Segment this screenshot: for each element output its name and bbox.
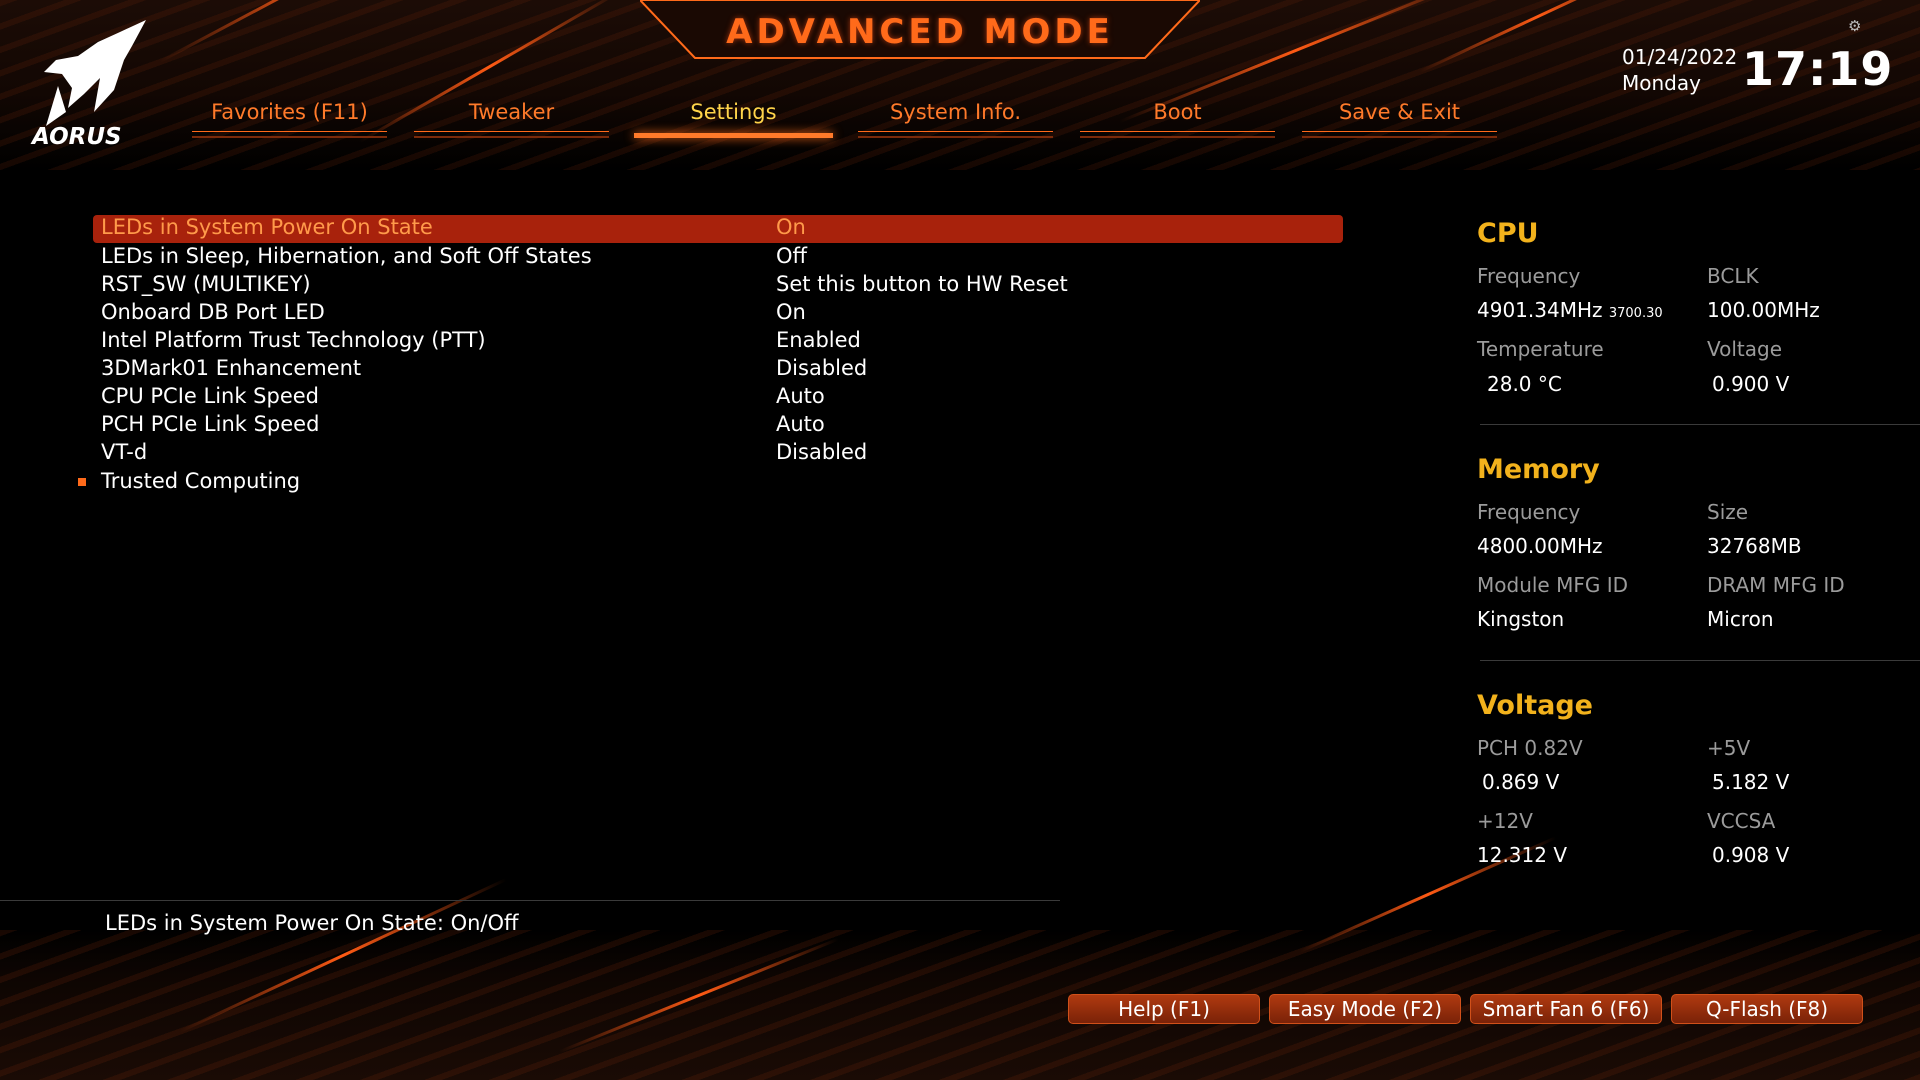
main-tabs: Favorites (F11) Tweaker Settings System …	[190, 98, 1499, 138]
setting-value[interactable]: Off	[776, 242, 807, 270]
setting-value[interactable]: On	[776, 213, 806, 241]
date-text: 01/24/2022	[1622, 45, 1738, 69]
p12v-value: 12.312 V	[1477, 843, 1568, 867]
setting-row-pch-pcie[interactable]: PCH PCIe Link Speed Auto	[101, 410, 1341, 438]
gear-icon[interactable]: ⚙	[1848, 18, 1864, 34]
decor-streak	[1419, 0, 1657, 73]
cpu-bclk-label: BCLK	[1707, 264, 1759, 288]
cpu-section-title: CPU	[1477, 218, 1539, 249]
setting-label: LEDs in System Power On State	[101, 215, 433, 239]
memory-size-value: 32768MB	[1707, 534, 1802, 558]
setting-label: LEDs in Sleep, Hibernation, and Soft Off…	[101, 244, 592, 268]
setting-value[interactable]: On	[776, 298, 806, 326]
memory-section-title: Memory	[1477, 454, 1600, 485]
smart-fan-button[interactable]: Smart Fan 6 (F6)	[1470, 994, 1662, 1024]
memory-size-label: Size	[1707, 500, 1749, 524]
submenu-trusted-computing[interactable]: Trusted Computing	[101, 467, 1341, 495]
setting-row-3dmark01[interactable]: 3DMark01 Enhancement Disabled	[101, 354, 1341, 382]
decor-streak	[559, 937, 839, 1053]
setting-label: VT-d	[101, 440, 148, 464]
module-mfg-label: Module MFG ID	[1477, 573, 1628, 597]
setting-row-rst-sw[interactable]: RST_SW (MULTIKEY) Set this button to HW …	[101, 270, 1341, 298]
decor-streak	[159, 0, 479, 63]
cpu-frequency: 4901.34MHz	[1477, 298, 1603, 322]
qflash-button[interactable]: Q-Flash (F8)	[1671, 994, 1863, 1024]
cpu-frequency-value: 4901.34MHz 3700.30	[1477, 298, 1663, 322]
cpu-bclk-value: 100.00MHz	[1707, 298, 1820, 322]
help-button[interactable]: Help (F1)	[1068, 994, 1260, 1024]
setting-label: RST_SW (MULTIKEY)	[101, 272, 311, 296]
setting-label: 3DMark01 Enhancement	[101, 356, 362, 380]
vccsa-label: VCCSA	[1707, 809, 1776, 833]
date-display: 01/24/2022 Monday	[1622, 44, 1737, 96]
panel-divider	[1480, 660, 1920, 661]
tab-tweaker[interactable]: Tweaker	[412, 98, 611, 138]
p12v-label: +12V	[1477, 809, 1533, 833]
dram-mfg-value: Micron	[1707, 607, 1774, 631]
tab-save-exit[interactable]: Save & Exit	[1300, 98, 1499, 138]
cpu-voltage-label: Voltage	[1707, 337, 1783, 361]
tab-label: Save & Exit	[1338, 100, 1461, 124]
tab-system-info[interactable]: System Info.	[856, 98, 1055, 138]
decor-streak	[179, 877, 507, 1033]
dram-mfg-label: DRAM MFG ID	[1707, 573, 1845, 597]
pch-voltage-value: 0.869 V	[1482, 770, 1560, 794]
setting-value[interactable]: Set this button to HW Reset	[776, 270, 1068, 298]
setting-value[interactable]: Auto	[776, 410, 825, 438]
logo-text: AORUS	[32, 124, 122, 150]
setting-row-db-port-led[interactable]: Onboard DB Port LED On	[101, 298, 1341, 326]
setting-value[interactable]: Disabled	[776, 354, 867, 382]
vccsa-value: 0.908 V	[1712, 843, 1790, 867]
clock: 17:19	[1742, 42, 1894, 96]
voltage-section-title: Voltage	[1477, 690, 1593, 721]
cpu-frequency-label: Frequency	[1477, 264, 1581, 288]
setting-label: Trusted Computing	[101, 469, 301, 493]
setting-label: PCH PCIe Link Speed	[101, 412, 320, 436]
memory-frequency-value: 4800.00MHz	[1477, 534, 1603, 558]
setting-label: Onboard DB Port LED	[101, 300, 325, 324]
setting-row-cpu-pcie[interactable]: CPU PCIe Link Speed Auto	[101, 382, 1341, 410]
setting-label: Intel Platform Trust Technology (PTT)	[101, 328, 486, 352]
setting-row-leds-power-on[interactable]: LEDs in System Power On State On	[101, 213, 1341, 241]
panel-divider	[1480, 424, 1920, 425]
pch-voltage-label: PCH 0.82V	[1477, 736, 1583, 760]
cpu-frequency-sub: 3700.30	[1608, 306, 1663, 321]
cpu-voltage-value: 0.900 V	[1712, 372, 1790, 396]
setting-row-ptt[interactable]: Intel Platform Trust Technology (PTT) En…	[101, 326, 1341, 354]
setting-row-vt-d[interactable]: VT-d Disabled	[101, 438, 1341, 466]
setting-value[interactable]: Auto	[776, 382, 825, 410]
cpu-temperature-value: 28.0 °C	[1487, 372, 1562, 396]
easy-mode-button[interactable]: Easy Mode (F2)	[1269, 994, 1461, 1024]
weekday-text: Monday	[1622, 71, 1701, 95]
setting-value[interactable]: Disabled	[776, 438, 867, 466]
help-description: LEDs in System Power On State: On/Off	[105, 911, 519, 935]
tab-label: Boot	[1153, 100, 1202, 124]
tab-favorites[interactable]: Favorites (F11)	[190, 98, 389, 138]
p5v-label: +5V	[1707, 736, 1751, 760]
tab-label: Settings	[690, 100, 777, 124]
submenu-bullet-icon	[78, 478, 86, 486]
tab-boot[interactable]: Boot	[1078, 98, 1277, 138]
setting-label: CPU PCIe Link Speed	[101, 384, 319, 408]
tab-label: Tweaker	[468, 100, 555, 124]
tab-settings[interactable]: Settings	[634, 98, 833, 138]
setting-value[interactable]: Enabled	[776, 326, 861, 354]
help-divider	[0, 900, 1060, 901]
cpu-temperature-label: Temperature	[1477, 337, 1604, 361]
p5v-value: 5.182 V	[1712, 770, 1790, 794]
setting-row-leds-sleep[interactable]: LEDs in Sleep, Hibernation, and Soft Off…	[101, 242, 1341, 270]
page-title: ADVANCED MODE	[726, 12, 1114, 52]
module-mfg-value: Kingston	[1477, 607, 1565, 631]
tab-label: System Info.	[889, 100, 1022, 124]
memory-frequency-label: Frequency	[1477, 500, 1581, 524]
tab-label: Favorites (F11)	[211, 100, 368, 124]
